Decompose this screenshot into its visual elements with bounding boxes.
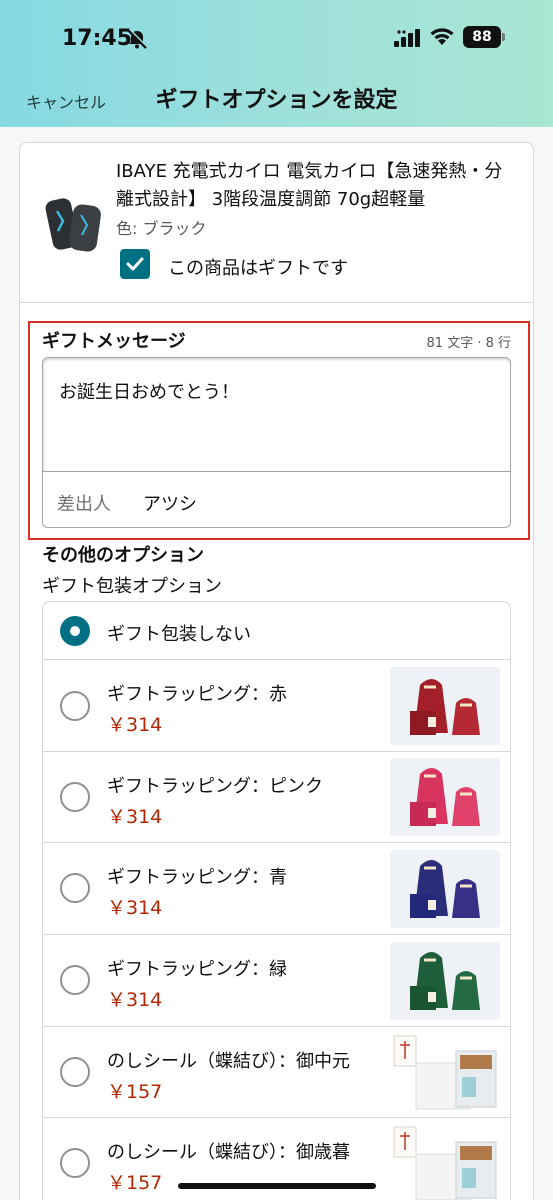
radio-button[interactable] (60, 1057, 90, 1087)
gift-bag-green-image (390, 942, 500, 1020)
radio-button[interactable] (60, 965, 90, 995)
radio-button-selected[interactable] (60, 616, 90, 646)
battery-level: 88 (463, 26, 501, 48)
navigation-header: 17:45 88 キャンセル ギフトオプションを設定 (0, 0, 553, 127)
gift-message-counter: 81 文字 · 8 行 (426, 336, 511, 351)
gift-message-text[interactable]: お誕生日おめでとう！ (59, 378, 239, 404)
status-bar: 17:45 88 (0, 0, 553, 76)
wrapping-options-heading: ギフト包装オプション (42, 576, 222, 597)
gift-message-input[interactable] (43, 358, 510, 472)
radio-button[interactable] (60, 1148, 90, 1178)
sender-field[interactable]: アツシ (143, 490, 197, 516)
noshi-sticker-image (390, 1124, 500, 1200)
option-price: ￥157 (107, 1081, 163, 1103)
gift-message-heading: ギフトメッセージ (42, 331, 186, 352)
sender-label: 差出人 (57, 494, 111, 515)
battery-tip (502, 33, 505, 41)
radio-button[interactable] (60, 691, 90, 721)
page-title: ギフトオプションを設定 (0, 82, 553, 114)
option-price: ￥314 (107, 714, 163, 736)
page-title-text: ギフトオプションを設定 (155, 88, 398, 113)
option-label: のしシール（蝶結び）：御中元 (107, 1051, 350, 1072)
divider (20, 302, 533, 303)
product-color: 色: ブラック (116, 219, 207, 238)
radio-button[interactable] (60, 873, 90, 903)
gift-bag-pink-image (390, 758, 500, 836)
option-wrap-blue[interactable]: ギフトラッピング：青 ￥314 (43, 843, 510, 935)
wifi-icon (430, 28, 454, 45)
option-label: ギフトラッピング：青 (107, 867, 287, 888)
gift-checkbox[interactable] (120, 249, 150, 279)
other-options-heading: その他のオプション (42, 545, 204, 566)
bell-muted-icon (127, 29, 148, 49)
option-label: ギフト包装しない (107, 624, 251, 645)
noshi-sticker-image (390, 1033, 500, 1111)
product-image (45, 198, 101, 252)
option-label: ギフトラッピング：緑 (107, 959, 287, 980)
option-price: ￥157 (107, 1172, 163, 1194)
option-price: ￥314 (107, 989, 163, 1011)
option-label: のしシール（蝶結び）：御歳暮 (107, 1142, 350, 1163)
gift-checkbox-label[interactable]: この商品はギフトです (168, 254, 348, 280)
gift-message-separator (43, 471, 510, 472)
home-indicator[interactable] (178, 1183, 376, 1189)
option-no-wrap[interactable]: ギフト包装しない (43, 602, 510, 660)
gift-bag-blue-image (390, 850, 500, 928)
radio-button[interactable] (60, 782, 90, 812)
option-noshi-ochugen[interactable]: のしシール（蝶結び）：御中元 ￥157 (43, 1027, 510, 1118)
option-label: ギフトラッピング：赤 (107, 684, 287, 705)
option-price: ￥314 (107, 897, 163, 919)
gift-bag-red-image (390, 667, 500, 745)
gift-message-box: お誕生日おめでとう！ 差出人 アツシ (42, 357, 511, 528)
battery-icon: 88 (463, 26, 507, 48)
wrapping-options-list: ギフト包装しない ギフトラッピング：赤 ￥314 ギフトラッピング：ピンク ￥3… (42, 601, 511, 1200)
product-title[interactable]: IBAYE 充電式カイロ 電気カイロ【急速発熱・分離式設計】 3階段温度調節 7… (116, 158, 506, 214)
option-wrap-red[interactable]: ギフトラッピング：赤 ￥314 (43, 660, 510, 752)
checkmark-icon (126, 257, 144, 271)
option-wrap-green[interactable]: ギフトラッピング：緑 ￥314 (43, 935, 510, 1027)
status-time: 17:45 (62, 26, 133, 51)
option-wrap-pink[interactable]: ギフトラッピング：ピンク ￥314 (43, 752, 510, 843)
option-price: ￥314 (107, 806, 163, 828)
cellular-signal-icon (394, 29, 420, 47)
option-label: ギフトラッピング：ピンク (107, 776, 323, 797)
